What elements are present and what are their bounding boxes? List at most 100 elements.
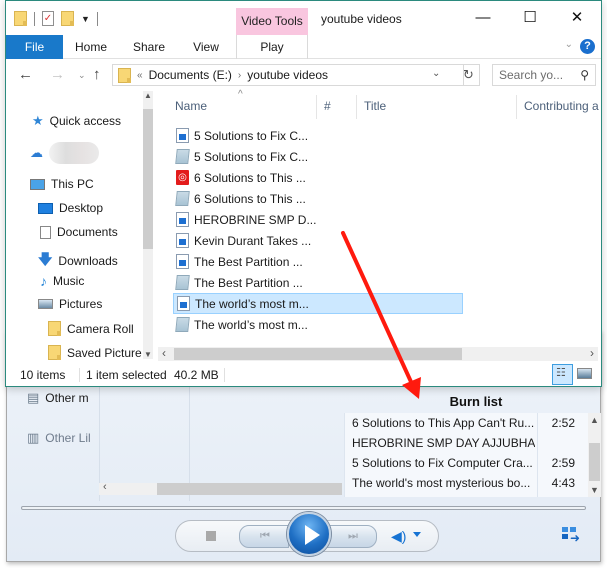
tab-view[interactable]: View [183, 35, 229, 59]
breadcrumb-separator[interactable]: › [238, 70, 241, 81]
search-placeholder: Search yo... [499, 68, 564, 82]
help-button[interactable]: ? [580, 39, 595, 54]
scroll-down-icon[interactable]: ▼ [590, 485, 599, 495]
window-title: youtube videos [321, 12, 402, 26]
nav-quick-access[interactable]: ★ Quick access [32, 113, 121, 129]
seek-bar[interactable] [21, 506, 586, 510]
column-divider[interactable] [356, 95, 357, 119]
player-nav-other-libraries[interactable]: ▥ Other Lil [27, 430, 99, 446]
column-name[interactable]: Name [175, 91, 207, 121]
customize-toolbar-icon[interactable]: ▼ [81, 14, 90, 24]
scroll-down-icon[interactable]: ▼ [144, 350, 152, 359]
burn-list-item[interactable]: 5 Solutions to Fix Computer Cra... 2:59 [345, 453, 588, 473]
maximize-button[interactable]: ☐ [508, 5, 552, 31]
scroll-right-icon[interactable]: › [590, 346, 594, 360]
nav-pane-scrollbar[interactable]: ▲ ▼ [143, 91, 153, 359]
file-row[interactable]: The Best Partition ... [173, 251, 463, 272]
file-row[interactable]: The world’s most m... [173, 293, 463, 314]
large-icons-view-button[interactable] [574, 364, 595, 385]
file-row[interactable]: 5 Solutions to Fix C... [173, 125, 463, 146]
details-view-button[interactable]: ☷ [552, 364, 573, 385]
scroll-thumb[interactable] [589, 443, 600, 481]
volume-button[interactable]: ◀) [391, 528, 406, 545]
nav-camera-roll[interactable]: Camera Roll [48, 321, 134, 336]
file-name: The Best Partition ... [194, 275, 303, 290]
text-file-icon [175, 275, 190, 290]
music-note-icon: ♪ [40, 273, 47, 289]
previous-button[interactable]: ⏮ [239, 525, 289, 548]
breadcrumb-youtube-videos[interactable]: youtube videos [247, 68, 328, 82]
nav-desktop[interactable]: Desktop [38, 201, 103, 215]
burn-list-item[interactable]: HEROBRINE SMP DAY AJJUBHAI... [345, 433, 588, 453]
column-track-number[interactable]: # [324, 91, 331, 121]
next-icon: ⏭ [348, 530, 358, 542]
file-row[interactable]: The world’s most m... [173, 314, 463, 335]
sort-ascending-icon: ^ [238, 89, 243, 100]
tab-file[interactable]: File [6, 35, 63, 59]
nav-onedrive[interactable]: ☁ [30, 142, 99, 164]
stop-button[interactable] [206, 531, 216, 541]
volume-dropdown-icon[interactable] [413, 532, 421, 537]
file-row[interactable]: HEROBRINE SMP D... [173, 209, 463, 230]
address-dropdown-icon[interactable]: ⌄ [432, 68, 440, 79]
player-horizontal-scrollbar[interactable]: ‹ [99, 481, 342, 495]
address-overflow[interactable]: « [137, 70, 143, 81]
recent-locations-icon[interactable]: ⌄ [78, 70, 86, 81]
scroll-thumb[interactable] [174, 348, 462, 360]
title-bar: ✓ ▼ Video Tools youtube videos — ☐ ✕ [6, 1, 601, 36]
file-row[interactable]: The Best Partition ... [173, 272, 463, 293]
speaker-icon: ◀) [391, 528, 407, 544]
play-button[interactable] [287, 512, 331, 556]
text-file-icon [175, 191, 190, 206]
file-row[interactable]: ◎ 6 Solutions to This ... [173, 167, 463, 188]
close-button[interactable]: ✕ [555, 5, 599, 31]
column-divider[interactable] [516, 95, 517, 119]
back-button[interactable]: ← [18, 66, 33, 83]
file-row[interactable]: 6 Solutions to This ... [173, 188, 463, 209]
nav-this-pc[interactable]: This PC [30, 177, 94, 191]
nav-pictures[interactable]: Pictures [38, 297, 102, 311]
nav-documents[interactable]: Documents [40, 225, 118, 239]
scroll-thumb[interactable] [143, 109, 153, 249]
folder-icon[interactable] [14, 11, 27, 26]
expand-ribbon-icon[interactable]: ⌄ [565, 39, 573, 50]
column-contributing-artists[interactable]: Contributing a [524, 91, 599, 121]
burn-item-title: 6 Solutions to This App Can't Ru... [352, 416, 535, 430]
tab-share[interactable]: Share [126, 35, 172, 59]
scroll-up-icon[interactable]: ▲ [144, 91, 152, 100]
nav-saved-pictures[interactable]: Saved Picture [48, 345, 142, 360]
divider [34, 11, 35, 26]
breadcrumb-documents[interactable]: Documents (E:) [149, 68, 232, 82]
column-divider[interactable] [316, 95, 317, 119]
scroll-up-icon[interactable]: ▲ [590, 415, 599, 425]
minimize-button[interactable]: — [461, 5, 505, 31]
column-title[interactable]: Title [364, 91, 386, 121]
up-button[interactable]: ↑ [93, 66, 101, 83]
file-row[interactable]: Kevin Durant Takes ... [173, 230, 463, 251]
refresh-button[interactable]: ↻ [458, 64, 480, 86]
forward-button[interactable]: → [50, 66, 65, 83]
video-file-icon [177, 296, 190, 311]
burn-list-item[interactable]: 6 Solutions to This App Can't Ru... 2:52 [345, 413, 588, 433]
switch-to-now-playing-button[interactable]: ➜ [562, 527, 582, 545]
burn-list-item[interactable]: The world's most mysterious bo... 4:43 [345, 473, 588, 493]
file-row[interactable]: 5 Solutions to Fix C... [173, 146, 463, 167]
video-tools-context-tab: Video Tools [236, 8, 308, 35]
nav-downloads[interactable]: 🡇 Downloads [38, 249, 118, 273]
player-nav-label: Other Lil [45, 431, 91, 445]
scroll-thumb[interactable] [157, 483, 342, 495]
properties-icon[interactable]: ✓ [42, 11, 54, 26]
search-input[interactable]: Search yo... ⚲ [492, 64, 596, 86]
player-nav-other-media[interactable]: ▤ Other m [27, 390, 99, 406]
burn-list-scrollbar[interactable]: ▲ ▼ [588, 413, 601, 497]
file-list-horizontal-scrollbar[interactable]: ‹ › [158, 346, 598, 361]
tab-home[interactable]: Home [68, 35, 114, 59]
video-file-icon [176, 128, 189, 143]
nav-music[interactable]: ♪ Music [40, 273, 84, 289]
next-button[interactable]: ⏭ [327, 525, 377, 548]
new-folder-icon[interactable] [61, 11, 74, 26]
tab-play[interactable]: Play [236, 35, 308, 59]
scroll-left-icon[interactable]: ‹ [162, 346, 166, 360]
scroll-left-icon[interactable]: ‹ [103, 481, 107, 493]
address-field[interactable]: « Documents (E:) › youtube videos [112, 64, 464, 86]
